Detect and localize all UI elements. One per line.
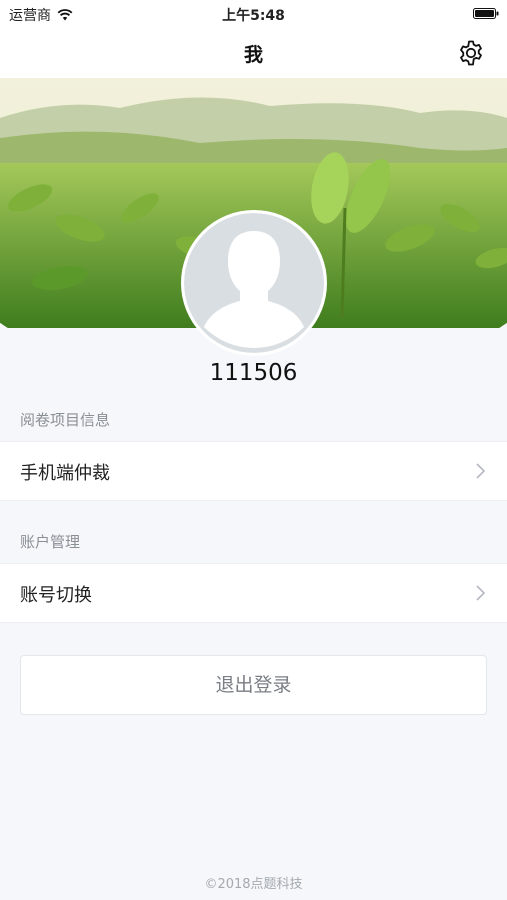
default-avatar-icon (184, 213, 324, 353)
list-item-label: 账号切换 (20, 585, 92, 606)
footer-copyright: ©2018点题科技 (204, 877, 303, 892)
list-item-mobile-arbitration[interactable]: 手机端仲裁 (0, 441, 507, 501)
list-item-switch-account[interactable]: 账号切换 (0, 563, 507, 623)
chevron-right-icon (476, 463, 486, 479)
status-bar: 运营商 上午5:48 (0, 0, 507, 28)
gear-icon[interactable] (457, 39, 485, 67)
avatar[interactable] (181, 210, 327, 356)
battery-icon (473, 8, 499, 19)
status-time: 上午5:48 (222, 8, 285, 24)
list-item-label: 手机端仲裁 (20, 463, 110, 484)
page-title: 我 (243, 44, 263, 66)
nav-bar: 我 (0, 28, 507, 78)
logout-button[interactable]: 退出登录 (20, 655, 487, 715)
username: 111506 (209, 360, 298, 386)
section-label-account-management: 账户管理 (20, 533, 81, 551)
section-label-exam-project: 阅卷项目信息 (20, 411, 111, 429)
chevron-right-icon (476, 585, 486, 601)
